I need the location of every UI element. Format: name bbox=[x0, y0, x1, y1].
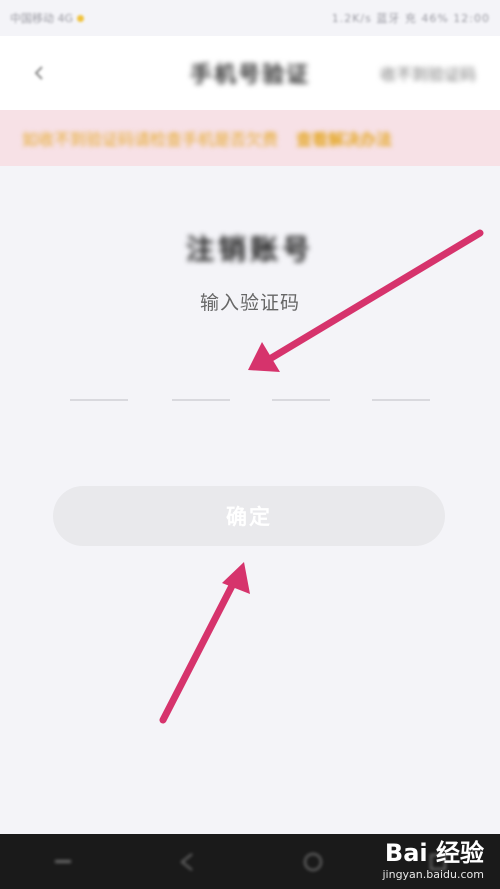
code-digit-slot-1[interactable] bbox=[70, 365, 128, 401]
notice-text: 如收不到验证码请检查手机是否欠费 bbox=[22, 130, 279, 149]
status-right-text: 1.2K/s 蓝牙 充 46% 12:00 bbox=[331, 12, 490, 25]
notification-dot-icon bbox=[77, 14, 85, 22]
code-digit-slot-3[interactable] bbox=[272, 365, 330, 401]
nav-bar: 手机号验证 收不到验证码 bbox=[0, 36, 500, 110]
carrier-text: 中国移动 4G bbox=[10, 12, 74, 25]
watermark-url: jingyan.baidu.com bbox=[382, 868, 484, 881]
instruction-text: 输入验证码 bbox=[199, 292, 300, 314]
verification-code-input[interactable] bbox=[70, 365, 430, 405]
help-link[interactable]: 收不到验证码 bbox=[380, 61, 476, 85]
section-title: 注销账号 bbox=[185, 233, 314, 266]
status-bar: 中国移动 4G 1.2K/s 蓝牙 充 46% 12:00 bbox=[0, 0, 500, 36]
code-digit-slot-4[interactable] bbox=[372, 365, 430, 401]
notice-banner: 如收不到验证码请检查手机是否欠费 查看解决办法 bbox=[0, 110, 500, 166]
confirm-button[interactable]: 确定 bbox=[53, 486, 445, 546]
home-key-icon[interactable] bbox=[301, 850, 325, 874]
baidu-jingyan-watermark: Bai 经验 jingyan.baidu.com bbox=[382, 840, 484, 881]
code-digit-slot-2[interactable] bbox=[172, 365, 230, 401]
notice-link[interactable]: 查看解决办法 bbox=[296, 126, 392, 150]
status-left: 中国移动 4G bbox=[10, 10, 85, 26]
menu-key-icon[interactable] bbox=[51, 850, 75, 874]
watermark-brand: Bai 经验 bbox=[384, 839, 484, 867]
back-key-icon[interactable] bbox=[176, 850, 200, 874]
arrow-to-confirm-button bbox=[159, 562, 250, 724]
